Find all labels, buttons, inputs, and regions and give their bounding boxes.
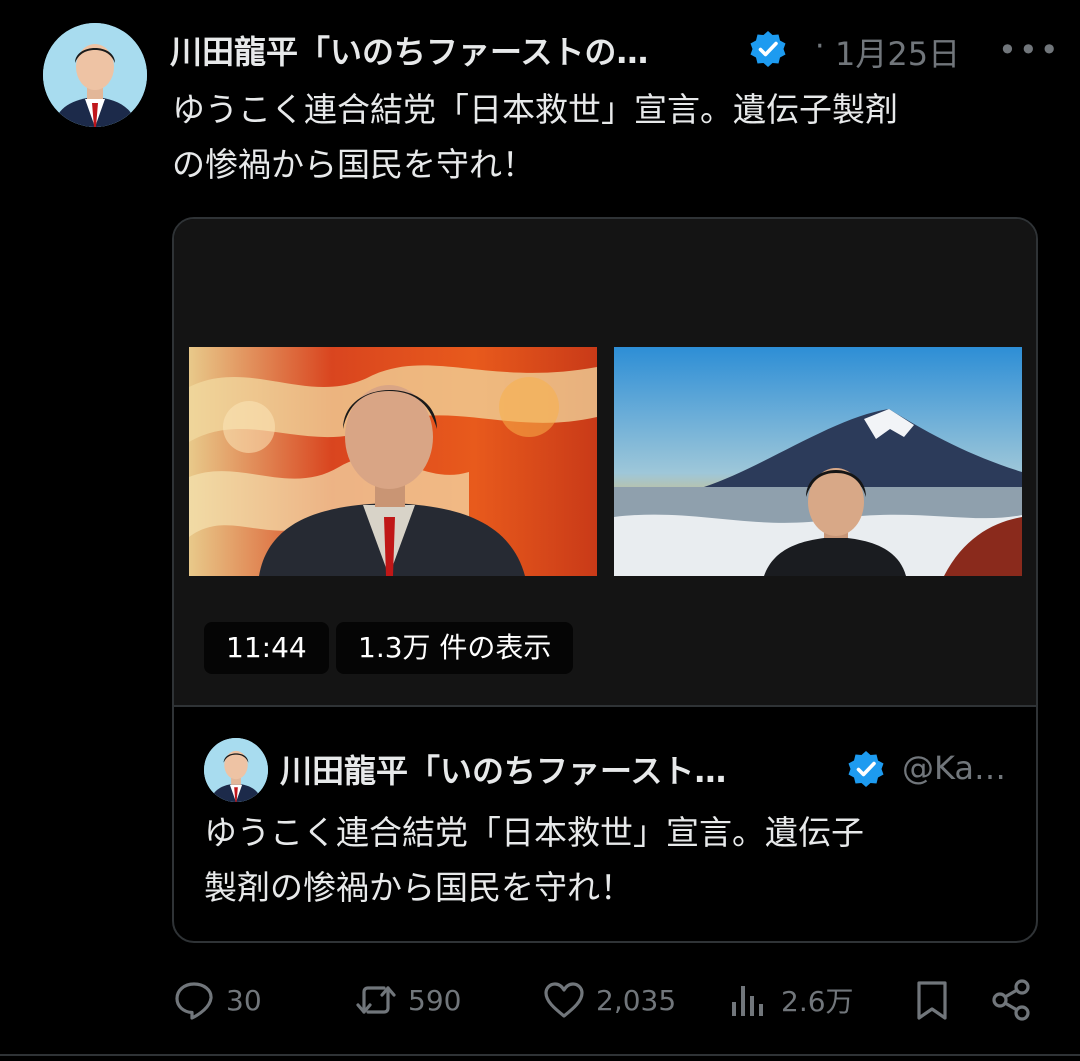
quoted-author-handle[interactable]: @Ka…: [902, 749, 1006, 787]
view-count: 2.6万: [781, 985, 854, 1018]
analytics-icon: [732, 986, 763, 1016]
post-date[interactable]: 1月25日: [835, 29, 960, 75]
video-view-count: 1.3万 件の表示: [336, 622, 574, 674]
author-name[interactable]: 川田龍平「いのちファーストの…: [170, 27, 648, 73]
bookmark-icon: [917, 981, 947, 1020]
reply-count: 30: [226, 983, 262, 1017]
video-duration: 11:44: [204, 622, 329, 674]
quoted-text-line: 製剤の惨禍から国民を守れ！: [204, 868, 633, 907]
share-icon: [992, 979, 1030, 1021]
divider: [174, 705, 1036, 707]
video-frame-left: [189, 347, 597, 576]
post-text-line: ゆうこく連合結党「日本救世」宣言。遺伝子製剤: [172, 90, 898, 129]
quoted-author-name[interactable]: 川田龍平「いのちファースト…: [280, 746, 726, 792]
reply-icon: [175, 982, 213, 1020]
share-button[interactable]: [990, 972, 1034, 1028]
quoted-author-avatar[interactable]: [204, 738, 268, 802]
verified-badge-icon: [750, 31, 786, 67]
action-bar: 30 590 2,035 2.6万: [172, 972, 1042, 1028]
divider: [0, 1054, 1080, 1056]
post-text: ゆうこく連合結党「日本救世」宣言。遺伝子製剤 の惨禍から国民を守れ！: [172, 82, 1032, 192]
quoted-text-line: ゆうこく連合結党「日本救世」宣言。遺伝子: [204, 813, 864, 852]
video-frame-right: [614, 347, 1022, 576]
separator-dot: ·: [815, 29, 825, 64]
author-avatar[interactable]: [43, 23, 147, 127]
post-header: 川田龍平「いのちファーストの… · 1月25日 •••: [170, 25, 1059, 75]
repost-button[interactable]: 590: [354, 972, 461, 1028]
repost-count: 590: [408, 983, 462, 1017]
like-button[interactable]: 2,035: [542, 972, 676, 1028]
heart-icon: [544, 982, 584, 1018]
post-text-line: の惨禍から国民を守れ！: [172, 145, 535, 184]
reply-button[interactable]: 30: [172, 972, 262, 1028]
verified-badge-icon: [848, 751, 884, 787]
more-options-icon[interactable]: •••: [998, 31, 1061, 69]
quoted-post-text: ゆうこく連合結党「日本救世」宣言。遺伝子 製剤の惨禍から国民を守れ！: [204, 805, 1004, 915]
video-player[interactable]: 11:44 1.3万 件の表示: [174, 219, 1036, 705]
quoted-post-card[interactable]: 11:44 1.3万 件の表示 川田龍平「いのちファースト… @Ka… ゆうこく…: [172, 217, 1038, 943]
bookmark-button[interactable]: [910, 972, 954, 1028]
views-button[interactable]: 2.6万: [727, 972, 854, 1028]
repost-icon: [356, 986, 396, 1014]
like-count: 2,035: [596, 983, 677, 1017]
